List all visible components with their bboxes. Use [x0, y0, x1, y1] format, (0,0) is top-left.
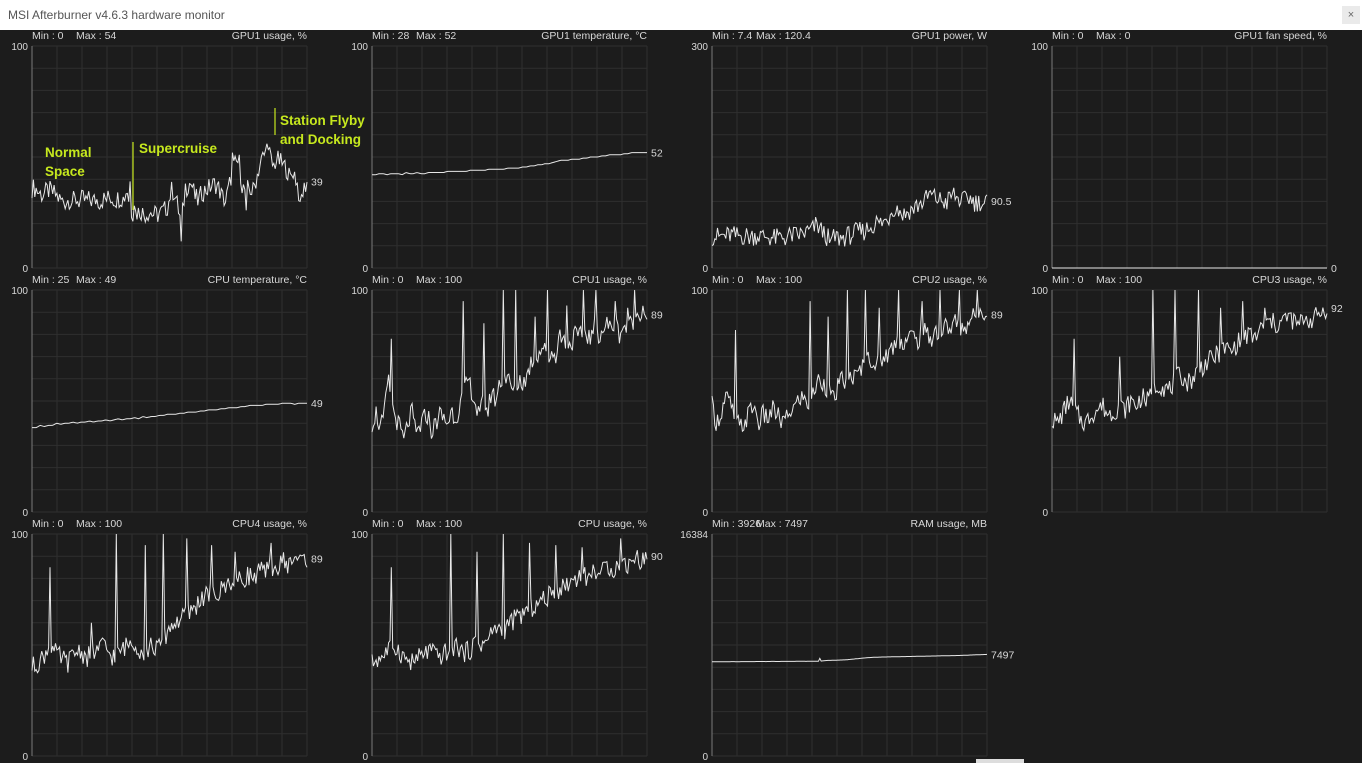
y-tick-top: 100: [1031, 42, 1048, 53]
current-value-label: 90.5: [991, 196, 1012, 208]
series-line: [711, 187, 988, 247]
graph-plot: 100039NormalSpaceSupercruiseStation Flyb…: [11, 42, 365, 275]
graph-plot: 100 0 90: [351, 530, 663, 763]
current-value-label: 89: [991, 309, 1003, 321]
y-tick-top: 100: [351, 530, 368, 541]
graph-plot: 300090.5: [691, 42, 1012, 275]
window-titlebar: MSI Afterburner v4.6.3 hardware monitor …: [0, 0, 1362, 30]
annotation-label-normal-space: Normal: [45, 145, 92, 160]
annotation-label-supercruise: Supercruise: [139, 141, 218, 156]
graph-plot: 100089: [691, 286, 1003, 519]
annotation-label-normal-space: Space: [45, 164, 85, 179]
current-value-label: 89: [311, 553, 323, 565]
y-tick-bottom: 0: [362, 752, 368, 763]
graph-cpu-usage: Min : 0 Max : 100 CPU usage, % 100 0 90: [340, 518, 680, 763]
y-tick-bottom: 0: [1042, 508, 1048, 519]
graphs-area: Min : 0 Max : 54 GPU1 usage, % 100 0 39 Normal…: [0, 30, 1362, 763]
y-tick-top: 100: [351, 42, 368, 53]
resize-handle[interactable]: [976, 759, 1024, 763]
y-tick-top: 100: [11, 42, 28, 53]
graph-cpu4-usage: Min : 0 Max : 100 CPU4 usage, % 100 0 89: [0, 518, 340, 763]
graph-plot: 100052: [351, 42, 663, 275]
current-value-label: 89: [651, 309, 663, 321]
graph-grid: [1051, 289, 1328, 513]
y-tick-top: 100: [1031, 286, 1048, 297]
graph-gpu1-power: Min : 7.4 Max : 120.4 GPU1 power, W 300 0 90.…: [680, 30, 1020, 275]
graph-plot: 100089: [351, 286, 663, 519]
graph-cpu3-usage: Min : 0 Max : 100 CPU3 usage, % 100 0 92: [1020, 274, 1360, 519]
graph-plot: 100 0 92: [1031, 286, 1343, 519]
graph-grid: [711, 533, 988, 757]
y-tick-bottom: 0: [22, 752, 28, 763]
y-tick-top: 100: [351, 286, 368, 297]
close-button[interactable]: ×: [1342, 6, 1360, 24]
graph-plot: 100049: [11, 286, 323, 519]
y-tick-top: 100: [691, 286, 708, 297]
series-line: [32, 402, 307, 429]
series-line: [372, 152, 647, 176]
y-tick-top: 100: [11, 286, 28, 297]
graph-grid: [371, 45, 648, 269]
graph-grid: [1051, 45, 1328, 269]
graph-plot: 16384 0 7497: [680, 530, 1015, 763]
y-tick-top: 16384: [680, 530, 708, 541]
graph-cpu2-usage: Min : 0 Max : 100 CPU2 usage, % 100 0 89: [680, 274, 1020, 519]
series-line: [371, 533, 648, 671]
graph-gpu1-temperature: Min : 28 Max : 52 GPU1 temperature, °C 100 0…: [340, 30, 680, 275]
graph-grid: [31, 533, 308, 757]
graph-cpu1-usage: Min : 0 Max : 100 CPU1 usage, % 100 0 89: [340, 274, 680, 519]
series-line: [712, 653, 988, 663]
current-value-label: 39: [311, 176, 323, 188]
y-tick-top: 100: [11, 530, 28, 541]
window-title: MSI Afterburner v4.6.3 hardware monitor: [8, 8, 225, 22]
graph-gpu1-fan-speed: Min : 0 Max : 0 GPU1 fan speed, % 100 0 0: [1020, 30, 1360, 275]
y-tick-top: 300: [691, 42, 708, 53]
graph-ram-usage: Min : 3926 Max : 7497 RAM usage, MB 16384 0 7…: [680, 518, 1020, 763]
graph-grid: [371, 533, 648, 757]
current-value-label: 92: [1331, 303, 1343, 315]
current-value-label: 7497: [991, 649, 1015, 661]
graph-cpu-temperature: Min : 25 Max : 49 CPU temperature, °C 100 0 4…: [0, 274, 340, 519]
graph-grid: [711, 289, 988, 513]
series-line: [711, 289, 988, 433]
current-value-label: 90: [651, 551, 663, 563]
y-tick-bottom: 0: [702, 752, 708, 763]
graph-gpu1-usage: Min : 0 Max : 54 GPU1 usage, % 100 0 39 Normal…: [0, 30, 365, 275]
current-value-label: 49: [311, 398, 323, 410]
graph-plot: 100 0 89: [11, 530, 323, 763]
graph-grid: [31, 289, 308, 513]
current-value-label: 52: [651, 148, 663, 160]
series-line: [31, 533, 308, 674]
graph-plot: 1000 0: [1031, 42, 1337, 275]
series-line: [1051, 289, 1328, 432]
